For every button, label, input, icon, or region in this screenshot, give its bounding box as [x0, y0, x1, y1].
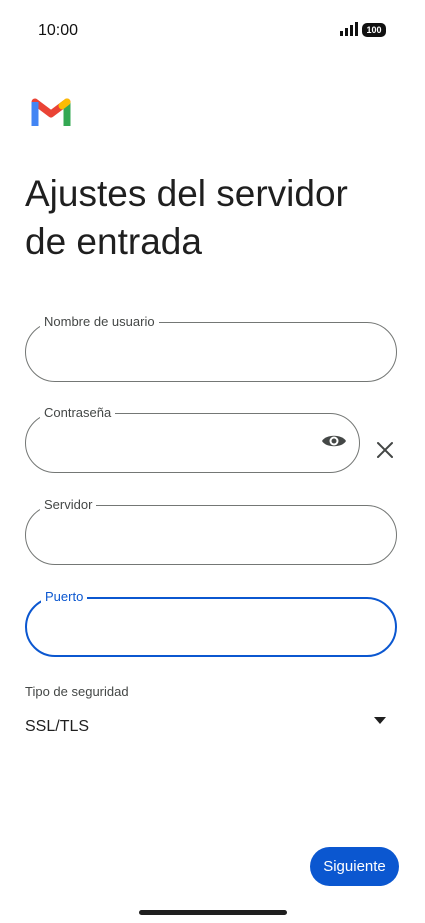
- username-label: Nombre de usuario: [40, 314, 159, 329]
- eye-icon[interactable]: [321, 432, 347, 450]
- security-type-select[interactable]: SSL/TLS: [25, 718, 89, 736]
- battery-icon: 100: [362, 23, 386, 37]
- home-indicator[interactable]: [139, 910, 287, 915]
- dropdown-arrow-icon[interactable]: [374, 717, 386, 725]
- username-field[interactable]: Nombre de usuario: [25, 314, 397, 382]
- port-label: Puerto: [41, 589, 88, 604]
- server-label: Servidor: [40, 497, 97, 512]
- page-title-line-2: de entrada: [25, 221, 202, 262]
- close-icon[interactable]: [375, 440, 395, 460]
- status-time: 10:00: [38, 22, 79, 39]
- password-label: Contraseña: [40, 405, 116, 420]
- port-field[interactable]: Puerto: [25, 589, 397, 657]
- signal-icon: [340, 22, 358, 36]
- next-button[interactable]: Siguiente: [310, 847, 399, 886]
- security-type-label: Tipo de seguridad: [25, 684, 129, 699]
- page-title-line-1: Ajustes del servidor: [25, 173, 348, 214]
- password-field[interactable]: Contraseña: [25, 405, 360, 473]
- server-field[interactable]: Servidor: [25, 497, 397, 565]
- status-bar: 10:00 100: [0, 0, 425, 60]
- battery-level: 100: [366, 25, 382, 35]
- gmail-logo-icon: [26, 88, 76, 138]
- page-title: Ajustes del servidor de entrada: [25, 170, 405, 266]
